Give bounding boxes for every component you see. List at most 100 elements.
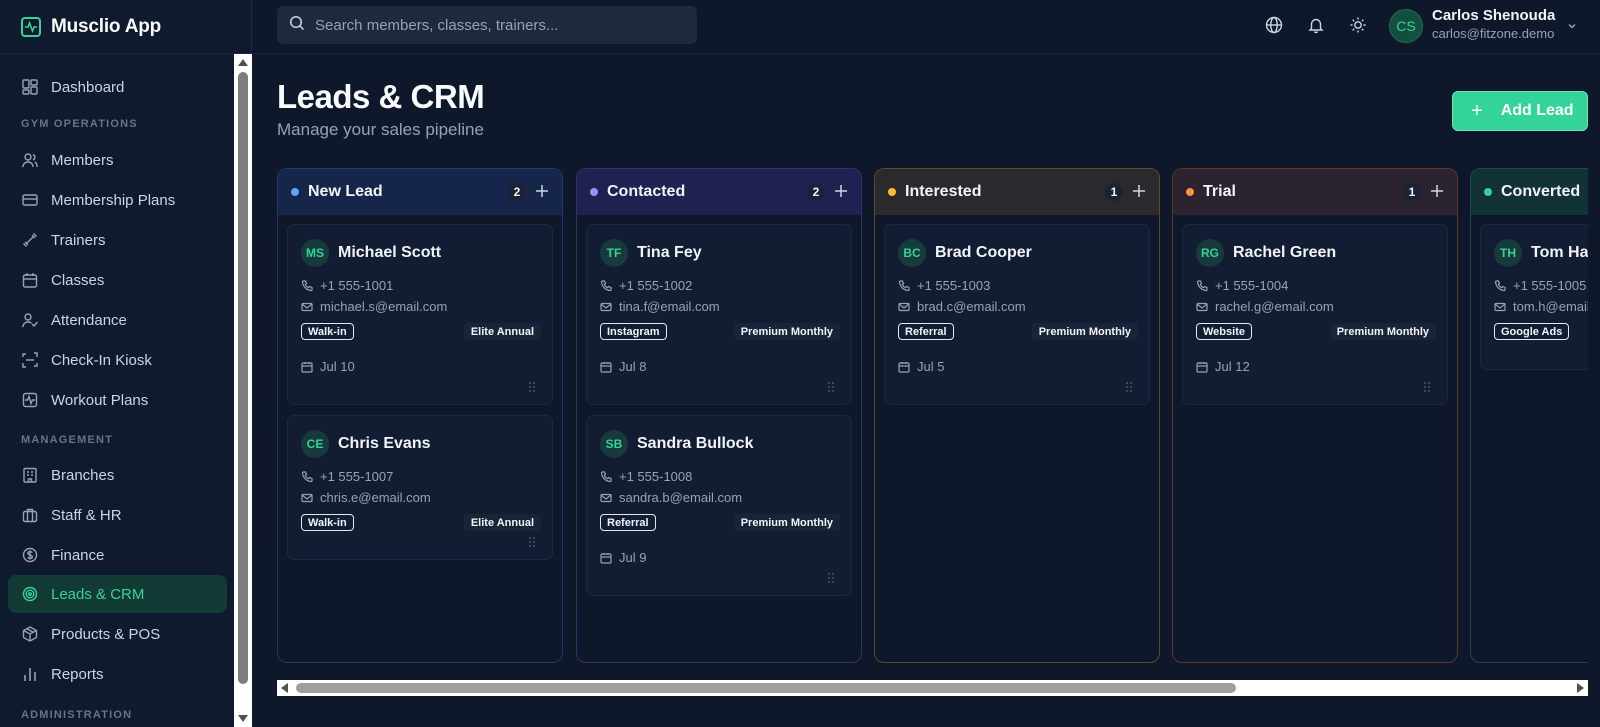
drag-handle-icon[interactable] (528, 536, 536, 548)
brand[interactable]: Musclio App (0, 0, 251, 54)
sidebar-item-classes[interactable]: Classes (8, 261, 227, 299)
search-box[interactable] (277, 6, 697, 44)
sidebar-item-dashboard[interactable]: Dashboard (8, 68, 227, 106)
lead-card[interactable]: RG Rachel Green +1 555-1004 rachel.g@ema… (1182, 224, 1448, 405)
column-title: Trial (1203, 183, 1236, 200)
lead-avatar: RG (1196, 239, 1224, 267)
column-title: Contacted (607, 183, 686, 200)
drag-handle-icon[interactable] (827, 572, 835, 584)
mail-icon (1494, 302, 1506, 311)
plus-icon[interactable] (1427, 181, 1447, 201)
column-color-dot (888, 188, 896, 196)
sidebar-item-label: Products & POS (51, 625, 161, 643)
drag-handle-icon[interactable] (528, 381, 536, 393)
sidebar-item-label: Dashboard (51, 78, 125, 96)
add-lead-button[interactable]: + Add Lead (1452, 91, 1588, 131)
plus-icon[interactable] (831, 181, 851, 201)
sidebar-item-workout-plans[interactable]: Workout Plans (8, 381, 227, 419)
lead-source-tag: Referral (898, 323, 954, 340)
lead-name: Sandra Bullock (637, 435, 754, 452)
sun-icon[interactable] (1348, 15, 1368, 35)
calendar-icon (600, 361, 612, 373)
lead-phone: +1 555-1005 (1494, 278, 1586, 293)
sidebar-item-label: Check-In Kiosk (51, 351, 152, 369)
column-count-badge: 2 (807, 183, 825, 201)
column-contacted: Contacted 2 TF Tina Fey +1 555-1002 tina… (576, 168, 862, 663)
sidebar-scrollbar[interactable] (234, 54, 252, 727)
page-subtitle: Manage your sales pipeline (277, 120, 484, 139)
lead-card[interactable]: BC Brad Cooper +1 555-1003 brad.c@email.… (884, 224, 1150, 405)
mail-icon (898, 302, 910, 311)
search-input[interactable] (315, 16, 685, 34)
calendar-icon (301, 361, 313, 373)
topbar: CS Carlos Shenouda carlos@fitzone.demo (252, 0, 1600, 54)
phone-icon (1494, 279, 1506, 291)
search-icon (289, 15, 305, 36)
sidebar-item-trainers[interactable]: Trainers (8, 221, 227, 259)
chevron-down-icon[interactable] (1567, 18, 1577, 36)
package-icon (21, 625, 39, 643)
drag-handle-icon[interactable] (827, 381, 835, 393)
kanban-board: New Lead 2 MS Michael Scott +1 555-1001 … (277, 168, 1588, 664)
lead-date: Jul 9 (600, 550, 646, 565)
scrollbar-thumb[interactable] (296, 683, 1236, 693)
sidebar-item-check-in-kiosk[interactable]: Check-In Kiosk (8, 341, 227, 379)
phone-icon (301, 279, 313, 291)
scroll-right-arrow-icon[interactable] (1577, 683, 1584, 693)
sidebar-item-leads-crm[interactable]: Leads & CRM (8, 575, 227, 613)
activity-icon (21, 16, 41, 37)
mail-icon (301, 302, 313, 311)
sidebar-item-reports[interactable]: Reports (8, 655, 227, 693)
lead-name: Michael Scott (338, 244, 442, 261)
lead-card[interactable]: TH Tom Hanks +1 555-1005 tom.h@email.com… (1480, 224, 1588, 370)
sidebar-item-products-pos[interactable]: Products & POS (8, 615, 227, 653)
page-title: Leads & CRM (277, 78, 485, 115)
calendar-icon (600, 552, 612, 564)
lead-avatar: BC (898, 239, 926, 267)
lead-source-tag: Google Ads (1494, 323, 1570, 340)
plus-icon[interactable] (532, 181, 552, 201)
plus-icon[interactable] (1129, 181, 1149, 201)
lead-plan-tag: Elite Annual (463, 323, 541, 340)
sidebar-item-staff-hr[interactable]: Staff & HR (8, 496, 227, 534)
sidebar-item-membership-plans[interactable]: Membership Plans (8, 181, 227, 219)
lead-email: tina.f@email.com (600, 299, 720, 314)
user-name[interactable]: Carlos Shenouda (1432, 7, 1555, 24)
lead-card[interactable]: TF Tina Fey +1 555-1002 tina.f@email.com… (586, 224, 852, 405)
sidebar-item-finance[interactable]: Finance (8, 536, 227, 574)
sidebar-item-label: Membership Plans (51, 191, 176, 209)
scroll-down-arrow-icon[interactable] (238, 715, 248, 722)
scrollbar-thumb[interactable] (238, 72, 248, 684)
sidebar-item-label: Attendance (51, 311, 127, 329)
bell-icon[interactable] (1306, 15, 1326, 35)
column-color-dot (291, 188, 299, 196)
sidebar-item-members[interactable]: Members (8, 141, 227, 179)
scroll-left-arrow-icon[interactable] (281, 683, 288, 693)
lead-card[interactable]: SB Sandra Bullock +1 555-1008 sandra.b@e… (586, 415, 852, 596)
bar-chart-icon (21, 665, 39, 683)
target-icon (21, 585, 39, 603)
mail-icon (1196, 302, 1208, 311)
scroll-up-arrow-icon[interactable] (238, 59, 248, 66)
sidebar-item-label: Leads & CRM (51, 585, 145, 603)
mail-icon (600, 493, 612, 502)
lead-email: tom.h@email.com (1494, 299, 1588, 314)
drag-handle-icon[interactable] (1125, 381, 1133, 393)
sidebar-item-attendance[interactable]: Attendance (8, 301, 227, 339)
drag-handle-icon[interactable] (1423, 381, 1431, 393)
sidebar-item-branches[interactable]: Branches (8, 456, 227, 494)
column-color-dot (1186, 188, 1194, 196)
dumbbell-icon (21, 231, 39, 249)
lead-card[interactable]: MS Michael Scott +1 555-1001 michael.s@e… (287, 224, 553, 405)
lead-plan-tag: Premium Monthly (733, 514, 840, 531)
lead-email: chris.e@email.com (301, 490, 431, 505)
globe-icon[interactable] (1264, 15, 1284, 35)
plus-icon: + (1471, 100, 1483, 122)
board-horizontal-scrollbar[interactable] (277, 680, 1588, 696)
lead-card[interactable]: CE Chris Evans +1 555-1007 chris.e@email… (287, 415, 553, 560)
user-avatar[interactable]: CS (1389, 9, 1423, 43)
phone-icon (898, 279, 910, 291)
scan-icon (21, 351, 39, 369)
lead-avatar: MS (301, 239, 329, 267)
lead-source-tag: Walk-in (301, 323, 354, 340)
